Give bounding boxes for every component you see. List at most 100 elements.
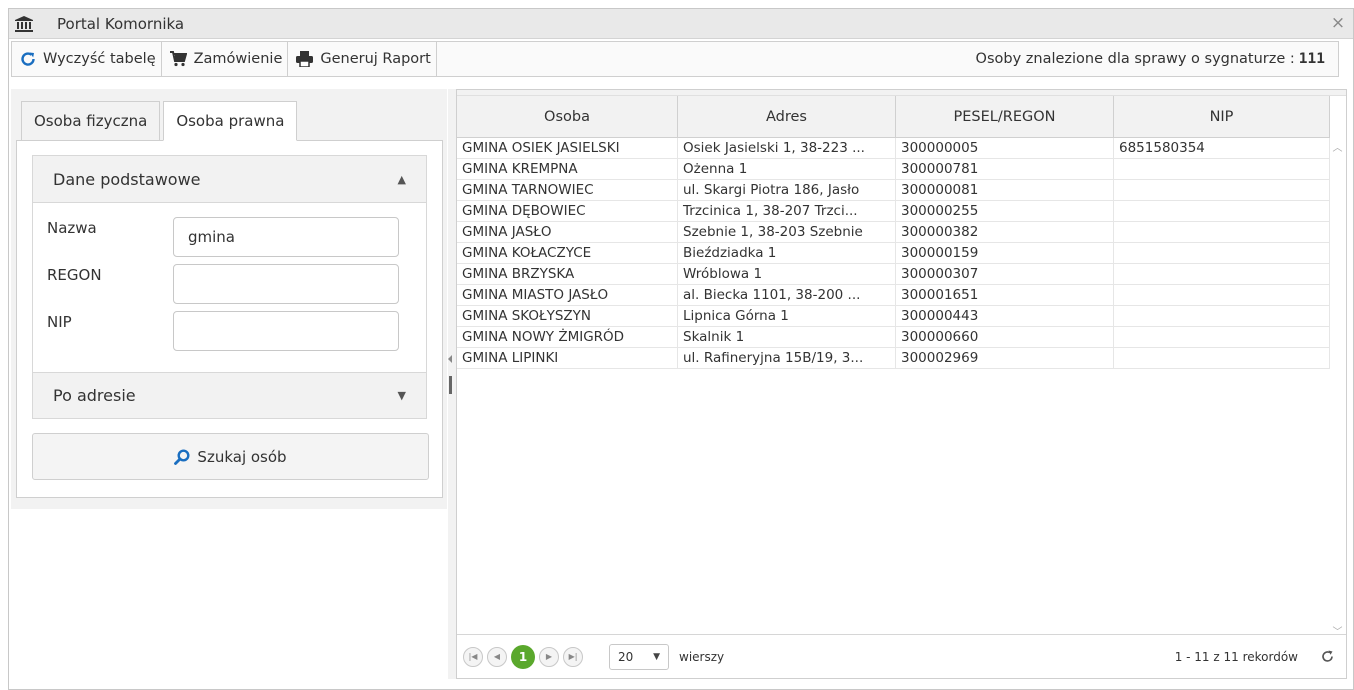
table-row[interactable]: GMINA KOŁACZYCE Bieździadka 1 300000159 [457, 243, 1330, 264]
cart-icon [169, 51, 187, 67]
cell-person: GMINA TARNOWIEC [457, 180, 678, 200]
tab-natural-person[interactable]: Osoba fizyczna [21, 101, 161, 141]
address-header[interactable]: Po adresie ▼ [33, 373, 426, 418]
clear-table-button[interactable]: Wyczyść tabelę [12, 42, 162, 76]
pager: |◀ ◀ 1 ▶ ▶| 20 ▼ wierszy 1 - 11 z 11 rek… [457, 634, 1346, 678]
search-result-text: Osoby znalezione dla sprawy o sygnaturze… [975, 51, 1295, 67]
cell-pesel-regon: 300000005 [896, 138, 1114, 158]
cell-address: Bieździadka 1 [678, 243, 896, 263]
grid-header: Osoba Adres PESEL/REGON NIP [457, 96, 1330, 138]
expand-down-icon: ▼ [397, 389, 406, 402]
table-row[interactable]: GMINA TARNOWIEC ul. Skargi Piotra 186, Ja… [457, 180, 1330, 201]
case-signature: 111 [1298, 51, 1325, 67]
cell-nip [1114, 285, 1330, 305]
cell-address: Lipnica Górna 1 [678, 306, 896, 326]
generate-report-button[interactable]: Generuj Raport [288, 42, 437, 76]
search-icon [174, 448, 190, 465]
basic-data-section: Dane podstawowe ▲ Nazwa REGON NIP [32, 155, 427, 373]
cell-person: GMINA JASŁO [457, 222, 678, 242]
cell-nip: 6851580354 [1114, 138, 1330, 158]
address-title: Po adresie [53, 386, 136, 405]
first-page-icon[interactable]: |◀ [463, 646, 483, 667]
basic-data-fields: Nazwa REGON NIP [33, 202, 426, 372]
collapse-left-icon[interactable] [448, 355, 452, 363]
tab-legal-person[interactable]: Osoba prawna [163, 101, 298, 141]
records-summary: 1 - 11 z 11 rekordów [1174, 649, 1298, 664]
search-persons-button[interactable]: Szukaj osób [32, 433, 429, 480]
panel-splitter[interactable] [448, 89, 456, 679]
cell-nip [1114, 222, 1330, 242]
last-page-icon[interactable]: ▶| [563, 646, 583, 667]
cell-address: Skalnik 1 [678, 327, 896, 347]
refresh-grid-icon[interactable] [1320, 650, 1334, 664]
cell-pesel-regon: 300000159 [896, 243, 1114, 263]
next-page-icon[interactable]: ▶ [539, 646, 559, 667]
order-label: Zamówienie [193, 51, 283, 67]
cell-nip [1114, 306, 1330, 326]
cell-pesel-regon: 300000660 [896, 327, 1114, 347]
table-row[interactable]: GMINA LIPINKI ul. Rafineryjna 15B/19, 3..… [457, 348, 1330, 369]
cell-address: al. Biecka 1101, 38-200 ... [678, 285, 896, 305]
cell-pesel-regon: 300000255 [896, 201, 1114, 221]
cell-pesel-regon: 300002969 [896, 348, 1114, 368]
toolbar: Wyczyść tabelę Zamówienie Generuj Raport… [11, 41, 1339, 77]
person-type-tabs: Osoba fizyczna Osoba prawna [21, 101, 298, 141]
table-row[interactable]: GMINA NOWY ŻMIGRÓD Skalnik 1 300000660 [457, 327, 1330, 348]
cell-pesel-regon: 300000443 [896, 306, 1114, 326]
collapse-up-icon: ▲ [397, 172, 406, 186]
table-row[interactable]: GMINA BRZYSKA Wróblowa 1 300000307 [457, 264, 1330, 285]
name-label: Nazwa [47, 219, 97, 237]
nip-input[interactable] [173, 311, 399, 351]
column-header-nip[interactable]: NIP [1114, 96, 1330, 137]
refresh-icon [21, 52, 35, 66]
cell-person: GMINA OSIEK JASIELSKI [457, 138, 678, 158]
column-header-pesel-regon[interactable]: PESEL/REGON [896, 96, 1114, 137]
cell-address: Szebnie 1, 38-203 Szebnie [678, 222, 896, 242]
window-title: Portal Komornika [57, 14, 185, 33]
table-row[interactable]: GMINA JASŁO Szebnie 1, 38-203 Szebnie 3000… [457, 222, 1330, 243]
cell-address: Osiek Jasielski 1, 38-223 ... [678, 138, 896, 158]
nip-label: NIP [47, 313, 72, 331]
address-section: Po adresie ▼ [32, 372, 427, 419]
title-bar: Portal Komornika × [9, 9, 1353, 39]
table-row[interactable]: GMINA KREMPNA Ożenna 1 300000781 [457, 159, 1330, 180]
prev-page-icon[interactable]: ◀ [487, 646, 507, 667]
table-row[interactable]: GMINA SKOŁYSZYN Lipnica Górna 1 300000443 [457, 306, 1330, 327]
cell-nip [1114, 348, 1330, 368]
page-number-button[interactable]: 1 [511, 644, 535, 669]
name-input[interactable] [173, 217, 399, 257]
cell-address: Ożenna 1 [678, 159, 896, 179]
regon-input[interactable] [173, 264, 399, 304]
printer-icon [296, 51, 314, 67]
table-row[interactable]: GMINA OSIEK JASIELSKI Osiek Jasielski 1, … [457, 138, 1330, 159]
splitter-handle[interactable] [449, 376, 452, 394]
basic-data-header[interactable]: Dane podstawowe ▲ [33, 156, 426, 202]
cell-person: GMINA NOWY ŻMIGRÓD [457, 327, 678, 347]
cell-person: GMINA MIASTO JASŁO [457, 285, 678, 305]
cell-nip [1114, 180, 1330, 200]
search-result-info: Osoby znalezione dla sprawy o sygnaturze… [976, 42, 1338, 76]
cell-nip [1114, 201, 1330, 221]
table-row[interactable]: GMINA DĘBOWIEC Trzcinica 1, 38-207 Trzci.… [457, 201, 1330, 222]
order-button[interactable]: Zamówienie [162, 42, 289, 76]
cell-address: Trzcinica 1, 38-207 Trzci... [678, 201, 896, 221]
cell-person: GMINA DĘBOWIEC [457, 201, 678, 221]
cell-pesel-regon: 300001651 [896, 285, 1114, 305]
cell-nip [1114, 327, 1330, 347]
generate-report-label: Generuj Raport [320, 51, 431, 67]
cell-nip [1114, 243, 1330, 263]
cell-address: ul. Rafineryjna 15B/19, 3... [678, 348, 896, 368]
vertical-scrollbar[interactable]: ︿ ﹀ [1329, 138, 1346, 638]
search-panel: Osoba fizyczna Osoba prawna Dane podstaw… [11, 89, 447, 509]
grid-body: GMINA OSIEK JASIELSKI Osiek Jasielski 1, … [457, 138, 1330, 369]
page-size-select[interactable]: 20 ▼ [609, 643, 669, 670]
close-button[interactable]: × [1329, 14, 1347, 32]
cell-address: ul. Skargi Piotra 186, Jasło [678, 180, 896, 200]
scroll-up-icon[interactable]: ︿ [1332, 144, 1343, 154]
dropdown-arrow-icon: ▼ [653, 651, 660, 662]
column-header-address[interactable]: Adres [678, 96, 896, 137]
cell-pesel-regon: 300000781 [896, 159, 1114, 179]
column-header-person[interactable]: Osoba [457, 96, 678, 137]
table-row[interactable]: GMINA MIASTO JASŁO al. Biecka 1101, 38-20… [457, 285, 1330, 306]
cell-pesel-regon: 300000382 [896, 222, 1114, 242]
